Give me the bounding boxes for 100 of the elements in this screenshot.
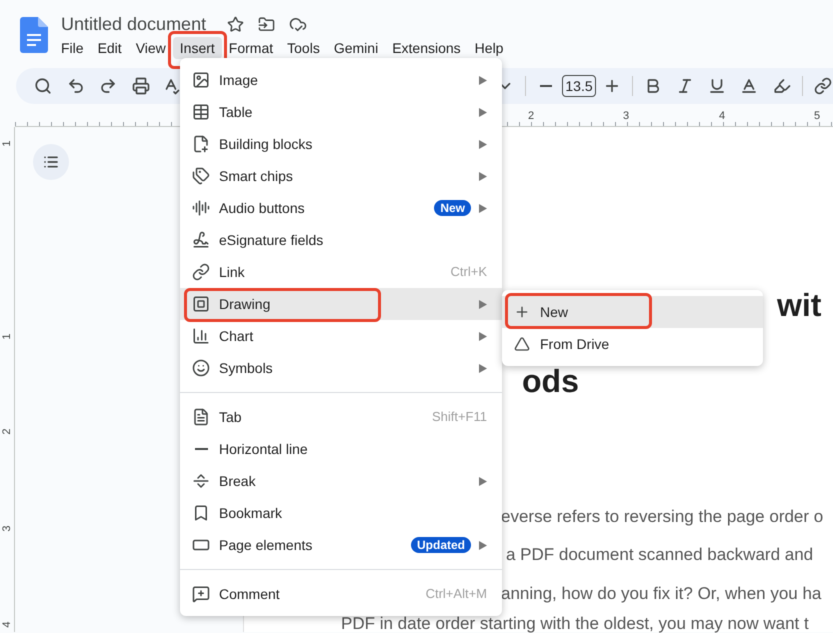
- tab-icon: [192, 408, 210, 426]
- document-plus-icon: [192, 135, 210, 153]
- ruler-number: 3: [622, 110, 630, 122]
- menu-item-label: Symbols: [219, 358, 273, 378]
- table-icon: [192, 103, 210, 121]
- horizontal-line-icon: [194, 448, 208, 450]
- menu-item[interactable]: Break: [180, 465, 502, 497]
- menu-item[interactable]: Smart chips: [180, 160, 502, 192]
- badge: New: [434, 200, 471, 216]
- drawing-icon: [192, 295, 210, 313]
- bookmark-icon: [192, 504, 210, 522]
- menu-item-label: eSignature fields: [219, 230, 324, 250]
- menu-item[interactable]: Chart: [180, 320, 502, 352]
- menu-item-label: From Drive: [540, 334, 610, 354]
- menu-item[interactable]: Audio buttons New: [180, 192, 502, 224]
- outline-button[interactable]: [33, 144, 69, 180]
- menu-item[interactable]: Symbols: [180, 352, 502, 384]
- document-title[interactable]: Untitled document: [61, 15, 206, 33]
- star-icon[interactable]: [227, 16, 244, 32]
- highlight-icon: [773, 77, 791, 95]
- ruler-number: 1: [2, 139, 13, 149]
- menu-item-label: Drawing: [219, 294, 270, 314]
- docs-logo[interactable]: [20, 17, 48, 53]
- ruler-number: 5: [813, 110, 822, 122]
- bar-chart-icon: [192, 327, 210, 345]
- minus-icon: [540, 85, 552, 87]
- badge: Updated: [411, 537, 471, 553]
- link-icon: [814, 77, 832, 95]
- paragraph-text: anning, how do you fix it? Or, when you ha: [501, 584, 822, 604]
- ruler-number: 1: [2, 332, 13, 342]
- menu-item[interactable]: Drawing: [180, 288, 502, 320]
- undo-icon: [67, 77, 85, 95]
- menu-bar-item[interactable]: Gemini: [326, 37, 386, 59]
- heading-text: ods: [522, 362, 579, 401]
- menu-item[interactable]: Bookmark: [180, 497, 502, 529]
- menu-item-label: Image: [219, 70, 258, 90]
- search-icon: [34, 77, 52, 95]
- menu-item[interactable]: Image: [180, 64, 502, 96]
- menu-item[interactable]: Link Ctrl+K: [180, 256, 502, 288]
- menu-item-label: Tab: [219, 408, 242, 426]
- ruler-number: 3: [2, 524, 13, 534]
- shortcut-text: Ctrl+K: [450, 263, 487, 282]
- menu-bar-item[interactable]: Extensions: [385, 37, 468, 59]
- menu-item[interactable]: Horizontal line: [180, 433, 502, 465]
- menu-item-label: Chart: [219, 326, 254, 346]
- text-color-icon: [740, 77, 758, 95]
- smiley-icon: [192, 359, 210, 377]
- chip-icon: [192, 167, 210, 185]
- menu-bar-item[interactable]: View: [128, 37, 173, 59]
- menu-item-label: Comment: [219, 584, 280, 604]
- signature-icon: [192, 231, 210, 249]
- shortcut-text: Shift+F11: [432, 408, 487, 426]
- list-icon: [43, 154, 59, 170]
- menu-bar-item[interactable]: Edit: [90, 37, 129, 59]
- page-break-icon: [192, 472, 210, 490]
- ruler-number: 2: [527, 110, 536, 122]
- menu-item[interactable]: Tab Shift+F11: [180, 401, 502, 433]
- underline-icon: [708, 77, 726, 95]
- menu-item-label: Horizontal line: [219, 440, 308, 458]
- paragraph-text: PDF in date order starting with the oldest, you may now want t: [341, 616, 809, 632]
- paragraph-text: a PDF document scanned backward and: [506, 545, 814, 565]
- menu-item-label: Bookmark: [219, 504, 282, 522]
- menu-item-label: Audio buttons: [219, 198, 305, 218]
- menu-bar-item[interactable]: Insert: [172, 37, 222, 59]
- menu-item[interactable]: Table: [180, 96, 502, 128]
- font-size-field[interactable]: 13.5: [562, 75, 596, 97]
- image-icon: [192, 71, 210, 89]
- menu-item-label: Break: [219, 472, 256, 490]
- menu-bar-item[interactable]: Format: [222, 37, 280, 59]
- shortcut-text: Ctrl+Alt+M: [426, 585, 487, 604]
- italic-icon: [676, 77, 694, 95]
- menu-item-label: Link: [219, 262, 245, 282]
- cloud-check-icon[interactable]: [289, 15, 308, 33]
- menu-item-label: Building blocks: [219, 134, 312, 154]
- redo-icon: [99, 77, 117, 95]
- link-icon: [192, 263, 210, 281]
- increase-font-size-icon: [603, 77, 621, 95]
- folder-move-icon[interactable]: [258, 16, 276, 32]
- menu-bar-item[interactable]: File: [54, 37, 91, 59]
- paragraph-text: everse refers to reversing the page order o: [501, 507, 824, 527]
- menu-item-label: Page elements: [219, 536, 312, 555]
- menu-item[interactable]: From Drive: [502, 328, 763, 360]
- ruler-number: 4: [2, 620, 13, 630]
- menu-item[interactable]: eSignature fields: [180, 224, 502, 256]
- ruler-number: 2: [2, 427, 13, 437]
- menu-item[interactable]: New: [502, 296, 763, 328]
- menu-item-label: Smart chips: [219, 166, 293, 186]
- drive-icon: [514, 336, 530, 352]
- audio-wave-icon: [192, 199, 210, 217]
- menu-item-label: Table: [219, 102, 252, 122]
- menu-bar-item[interactable]: Help: [468, 37, 510, 59]
- print-icon: [132, 77, 150, 95]
- comment-icon: [192, 585, 210, 603]
- menu-item[interactable]: Page elements Updated: [180, 529, 502, 561]
- plus-icon: [514, 304, 530, 320]
- menu-item-label: New: [540, 302, 568, 322]
- menu-item[interactable]: Building blocks: [180, 128, 502, 160]
- menu-bar-item[interactable]: Tools: [280, 37, 327, 59]
- menu-item[interactable]: Comment Ctrl+Alt+M: [180, 578, 502, 610]
- heading-text: wit: [777, 286, 822, 325]
